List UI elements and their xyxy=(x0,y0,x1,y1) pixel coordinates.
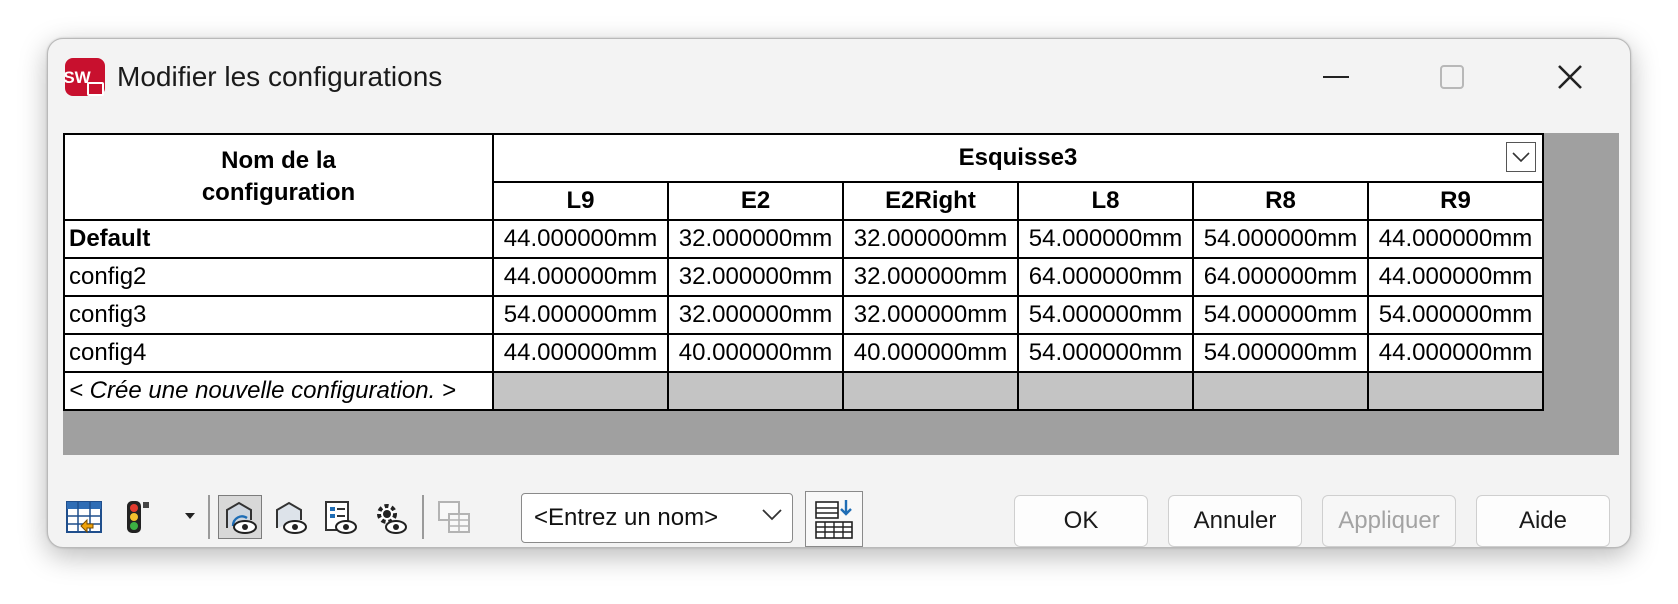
empty-cell xyxy=(492,371,669,411)
column-header-r9[interactable]: R9 xyxy=(1367,181,1544,221)
value-cell[interactable]: 40.000000mm xyxy=(842,333,1019,373)
view-name-combo[interactable]: <Entrez un nom> xyxy=(521,493,793,543)
view-suppressed-icon[interactable] xyxy=(218,495,262,539)
toolbar-separator xyxy=(208,495,210,539)
cancel-button[interactable]: Annuler xyxy=(1168,495,1302,547)
table-view-icon[interactable] xyxy=(62,495,106,539)
row-name-default[interactable]: Default xyxy=(63,219,494,259)
row-name-config3[interactable]: config3 xyxy=(63,295,494,335)
sketch-group-header: Esquisse3 xyxy=(492,133,1544,183)
value-cell[interactable]: 32.000000mm xyxy=(667,295,844,335)
ok-button[interactable]: OK xyxy=(1014,495,1148,547)
value-cell[interactable]: 54.000000mm xyxy=(1017,219,1194,259)
modify-configurations-dialog: SW Modifier les configurations Nom de la xyxy=(47,38,1631,548)
value-cell[interactable]: 54.000000mm xyxy=(492,295,669,335)
view-name-placeholder: <Entrez un nom> xyxy=(534,504,719,531)
value-cell[interactable]: 32.000000mm xyxy=(842,219,1019,259)
help-button[interactable]: Aide xyxy=(1476,495,1610,547)
apply-button: Appliquer xyxy=(1322,495,1456,547)
chevron-down-icon xyxy=(1512,152,1530,162)
value-cell[interactable]: 44.000000mm xyxy=(492,333,669,373)
minimize-button[interactable] xyxy=(1306,53,1366,101)
close-button[interactable] xyxy=(1540,53,1600,101)
column-header-e2right[interactable]: E2Right xyxy=(842,181,1019,221)
copy-table-icon xyxy=(432,495,476,539)
value-cell[interactable]: 64.000000mm xyxy=(1192,257,1369,297)
row-name-config4[interactable]: config4 xyxy=(63,333,494,373)
bottom-toolbar: <Entrez un nom> OK Annuler Appliquer Aid… xyxy=(48,459,1630,547)
value-cell[interactable]: 54.000000mm xyxy=(1192,295,1369,335)
new-configuration-cell[interactable]: < Crée une nouvelle configuration. > xyxy=(63,371,494,411)
configuration-table: Nom de la configuration Esquisse3 L9 E2 … xyxy=(63,133,1544,411)
view-list-icon[interactable] xyxy=(318,495,362,539)
settings-view-icon[interactable] xyxy=(368,495,412,539)
table-row: Default 44.000000mm 32.000000mm 32.00000… xyxy=(63,219,1544,259)
chevron-down-icon xyxy=(762,508,782,526)
value-cell[interactable]: 54.000000mm xyxy=(1192,219,1369,259)
empty-cell xyxy=(1367,371,1544,411)
value-cell[interactable]: 54.000000mm xyxy=(1367,295,1544,335)
title-bar: SW Modifier les configurations xyxy=(48,39,1630,113)
table-arrow-button[interactable] xyxy=(805,491,863,547)
column-header-l9[interactable]: L9 xyxy=(492,181,669,221)
value-cell[interactable]: 54.000000mm xyxy=(1017,295,1194,335)
value-cell[interactable]: 64.000000mm xyxy=(1017,257,1194,297)
svg-text:SW: SW xyxy=(64,68,92,87)
value-cell[interactable]: 40.000000mm xyxy=(667,333,844,373)
group-dropdown-button[interactable] xyxy=(1506,142,1536,172)
traffic-light-icon[interactable] xyxy=(114,495,158,539)
toolbar-separator xyxy=(422,495,424,539)
config-name-header[interactable]: Nom de la configuration xyxy=(63,133,494,221)
value-cell[interactable]: 32.000000mm xyxy=(667,257,844,297)
column-header-e2[interactable]: E2 xyxy=(667,181,844,221)
row-name-config2[interactable]: config2 xyxy=(63,257,494,297)
value-cell[interactable]: 32.000000mm xyxy=(667,219,844,259)
value-cell[interactable]: 44.000000mm xyxy=(1367,219,1544,259)
table-arrow-icon xyxy=(815,500,853,539)
new-config-row: < Crée une nouvelle configuration. > xyxy=(63,371,1544,411)
solidworks-logo-icon: SW xyxy=(63,57,106,97)
table-row: config4 44.000000mm 40.000000mm 40.00000… xyxy=(63,333,1544,373)
sketch-name: Esquisse3 xyxy=(958,144,1078,171)
value-cell[interactable]: 54.000000mm xyxy=(1192,333,1369,373)
value-cell[interactable]: 32.000000mm xyxy=(842,257,1019,297)
empty-cell xyxy=(1192,371,1369,411)
table-row: config2 44.000000mm 32.000000mm 32.00000… xyxy=(63,257,1544,297)
value-cell[interactable]: 44.000000mm xyxy=(1367,257,1544,297)
column-header-l8[interactable]: L8 xyxy=(1017,181,1194,221)
value-cell[interactable]: 54.000000mm xyxy=(1017,333,1194,373)
empty-cell xyxy=(667,371,844,411)
configuration-grid: Nom de la configuration Esquisse3 L9 E2 … xyxy=(63,133,1619,455)
maximize-button[interactable] xyxy=(1422,53,1482,101)
empty-cell xyxy=(1017,371,1194,411)
empty-cell xyxy=(842,371,1019,411)
close-icon xyxy=(1558,65,1582,89)
value-cell[interactable]: 32.000000mm xyxy=(842,295,1019,335)
table-row: config3 54.000000mm 32.000000mm 32.00000… xyxy=(63,295,1544,335)
window-title: Modifier les configurations xyxy=(117,61,443,92)
dropdown-caret-icon[interactable] xyxy=(185,513,195,519)
value-cell[interactable]: 44.000000mm xyxy=(492,219,669,259)
column-header-r8[interactable]: R8 xyxy=(1192,181,1369,221)
view-configuration-icon[interactable] xyxy=(268,495,312,539)
value-cell[interactable]: 44.000000mm xyxy=(492,257,669,297)
value-cell[interactable]: 44.000000mm xyxy=(1367,333,1544,373)
